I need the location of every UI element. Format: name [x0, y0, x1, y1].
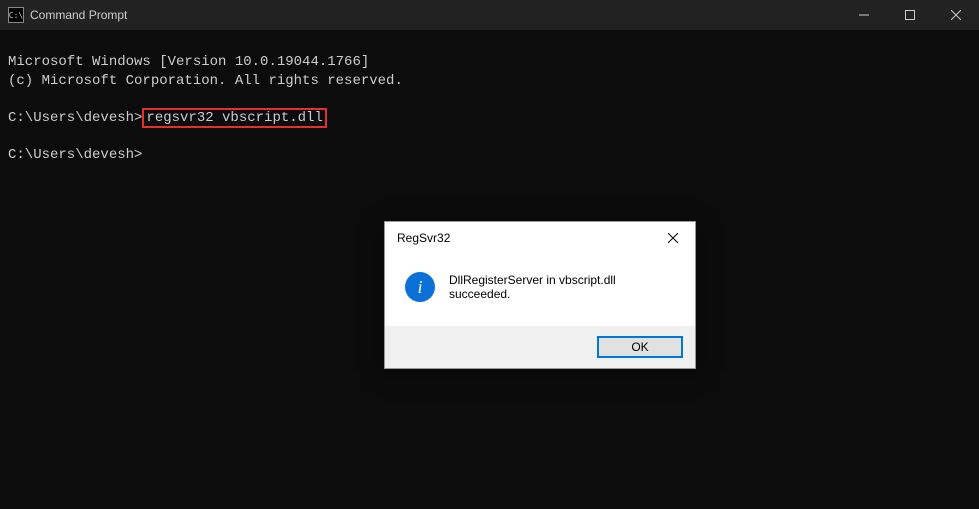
dialog-body: i DllRegisterServer in vbscript.dll succ… [385, 254, 695, 326]
ok-button[interactable]: OK [597, 336, 683, 358]
info-icon: i [405, 272, 435, 302]
dialog-title: RegSvr32 [397, 231, 651, 245]
message-dialog: RegSvr32 i DllRegisterServer in vbscript… [384, 221, 696, 369]
info-glyph: i [417, 277, 422, 298]
close-icon [951, 10, 961, 20]
terminal-line: C:\Users\devesh>regsvr32 vbscript.dll [8, 109, 971, 128]
minimize-icon [859, 10, 869, 20]
window-title: Command Prompt [30, 8, 841, 22]
minimize-button[interactable] [841, 0, 887, 30]
close-button[interactable] [933, 0, 979, 30]
dialog-titlebar[interactable]: RegSvr32 [385, 222, 695, 254]
close-icon [668, 233, 678, 243]
prompt-text: C:\Users\devesh> [8, 110, 142, 126]
terminal-line: C:\Users\devesh> [8, 146, 971, 165]
dialog-message: DllRegisterServer in vbscript.dll succee… [449, 273, 675, 301]
window-controls [841, 0, 979, 30]
terminal-line: Microsoft Windows [Version 10.0.19044.17… [8, 53, 971, 72]
maximize-button[interactable] [887, 0, 933, 30]
terminal-cursor [142, 147, 150, 163]
cmd-icon-text: C:\ [9, 11, 23, 20]
blank-line [8, 128, 971, 146]
highlighted-command: regsvr32 vbscript.dll [142, 108, 326, 128]
terminal-output[interactable]: Microsoft Windows [Version 10.0.19044.17… [0, 30, 979, 187]
terminal-line: (c) Microsoft Corporation. All rights re… [8, 72, 971, 91]
prompt-text: C:\Users\devesh> [8, 147, 142, 163]
blank-line [8, 91, 971, 109]
window-titlebar: C:\ Command Prompt [0, 0, 979, 30]
cmd-icon: C:\ [8, 7, 24, 23]
dialog-close-button[interactable] [651, 222, 695, 254]
dialog-footer: OK [385, 326, 695, 368]
maximize-icon [905, 10, 915, 20]
